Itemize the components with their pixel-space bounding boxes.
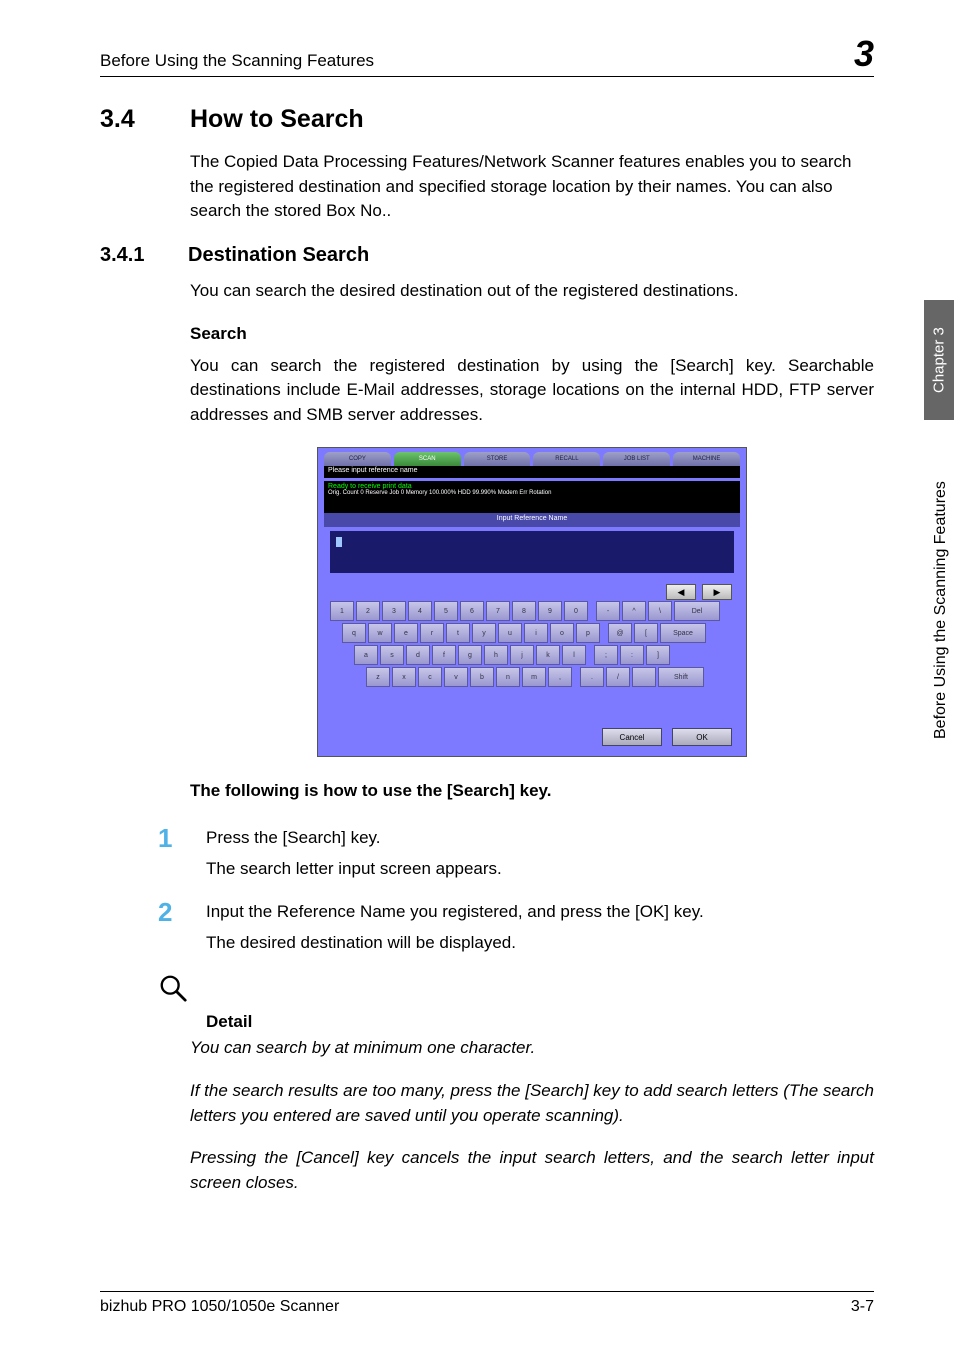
ss-key[interactable]: b [470,667,494,687]
ss-tab-joblist[interactable]: JOB LIST [603,452,670,466]
ss-key[interactable]: . [580,667,604,687]
ss-key[interactable]: ^ [622,601,646,621]
detail-paragraph-1: You can search by at minimum one charact… [190,1036,874,1061]
ss-key[interactable]: o [550,623,574,643]
ss-key[interactable]: 5 [434,601,458,621]
ss-key-del[interactable]: Del [674,601,720,621]
ss-key[interactable]: d [406,645,430,665]
ss-prompt-bar: Please input reference name [324,466,740,478]
ss-key[interactable]: h [484,645,508,665]
ss-tab-copy[interactable]: COPY [324,452,391,466]
ss-nav-left-button[interactable]: ◀ [666,584,696,600]
detail-paragraph-2: If the search results are too many, pres… [190,1079,874,1128]
ss-nav-right-button[interactable]: ▶ [702,584,732,600]
search-paragraph: You can search the registered destinatio… [190,354,874,428]
ss-key[interactable]: 9 [538,601,562,621]
ss-key[interactable]: - [596,601,620,621]
ss-key[interactable]: 6 [460,601,484,621]
step-1-number: 1 [158,825,180,851]
ss-key[interactable]: 0 [564,601,588,621]
step-1-text: Press the [Search] key. [206,825,380,851]
ss-key[interactable]: m [522,667,546,687]
step-2-text: Input the Reference Name you registered,… [206,899,704,925]
ss-status-line2: Orig. Count 0 Reserve Job 0 Memory 100.0… [328,490,736,496]
ss-key[interactable]: : [620,645,644,665]
ss-key[interactable]: q [342,623,366,643]
subsection-title: Destination Search [188,244,369,267]
ss-key[interactable]: i [524,623,548,643]
ss-key[interactable]: z [366,667,390,687]
ss-key[interactable]: n [496,667,520,687]
ss-key[interactable]: 8 [512,601,536,621]
running-header-chapter-number: 3 [854,36,874,72]
ss-key[interactable]: y [472,623,496,643]
ss-key[interactable]: r [420,623,444,643]
ss-key[interactable]: w [368,623,392,643]
ss-key[interactable]: t [446,623,470,643]
ss-key[interactable]: e [394,623,418,643]
ss-key[interactable]: [ [634,623,658,643]
ss-key[interactable]: f [432,645,456,665]
ss-key[interactable]: x [392,667,416,687]
ss-key[interactable]: ] [646,645,670,665]
section-title: How to Search [190,105,364,134]
ss-key[interactable]: ; [594,645,618,665]
ss-key[interactable]: 4 [408,601,432,621]
ss-key[interactable]: 2 [356,601,380,621]
onscreen-keyboard-screenshot: COPY SCAN STORE RECALL JOB LIST MACHINE … [317,447,747,757]
ss-cancel-button[interactable]: Cancel [602,728,662,746]
ss-key[interactable]: 3 [382,601,406,621]
ss-key[interactable]: k [536,645,560,665]
subsection-intro: You can search the desired destination o… [190,279,874,304]
ss-ok-button[interactable]: OK [672,728,732,746]
ss-key[interactable]: 1 [330,601,354,621]
ss-tab-store[interactable]: STORE [464,452,531,466]
ss-key[interactable]: a [354,645,378,665]
ss-input-band: Input Reference Name [324,513,740,527]
magnifier-icon [158,973,874,1008]
ss-status-line1: Ready to receive print data [328,483,736,490]
step-2-sub: The desired destination will be displaye… [206,933,874,953]
detail-heading: Detail [206,1012,874,1032]
running-header-left: Before Using the Scanning Features [100,51,374,71]
how-to-use-heading: The following is how to use the [Search]… [190,781,874,801]
ss-key[interactable]: 7 [486,601,510,621]
ss-key[interactable]: v [444,667,468,687]
ss-key[interactable]: p [576,623,600,643]
ss-key[interactable]: s [380,645,404,665]
search-heading: Search [190,324,874,344]
detail-paragraph-3: Pressing the [Cancel] key cancels the in… [190,1146,874,1195]
side-chapter-tab: Chapter 3 [924,300,954,420]
section-number: 3.4 [100,105,158,134]
footer-page-number: 3-7 [851,1298,874,1316]
ss-key[interactable] [632,667,656,687]
section-intro: The Copied Data Processing Features/Netw… [190,150,874,224]
step-2-number: 2 [158,899,180,925]
ss-key[interactable]: g [458,645,482,665]
side-running-label: Before Using the Scanning Features [932,440,950,780]
subsection-number: 3.4.1 [100,244,164,267]
ss-key[interactable]: @ [608,623,632,643]
step-1-sub: The search letter input screen appears. [206,859,874,879]
ss-key[interactable]: , [548,667,572,687]
ss-status-panel: Ready to receive print data Orig. Count … [324,481,740,513]
ss-key[interactable]: l [562,645,586,665]
ss-key-shift[interactable]: Shift [658,667,704,687]
ss-text-cursor [336,537,342,547]
ss-key[interactable]: j [510,645,534,665]
ss-key[interactable]: u [498,623,522,643]
ss-key[interactable]: / [606,667,630,687]
ss-tab-machine[interactable]: MACHINE [673,452,740,466]
ss-key[interactable]: \ [648,601,672,621]
footer-left: bizhub PRO 1050/1050e Scanner [100,1298,339,1316]
ss-tab-scan[interactable]: SCAN [394,452,461,466]
ss-onscreen-keyboard: 1 2 3 4 5 6 7 8 9 0 - ^ \ Del q [330,601,734,687]
ss-key-space[interactable]: Space [660,623,706,643]
ss-key[interactable]: c [418,667,442,687]
ss-text-input-area[interactable] [330,531,734,573]
ss-tab-recall[interactable]: RECALL [533,452,600,466]
